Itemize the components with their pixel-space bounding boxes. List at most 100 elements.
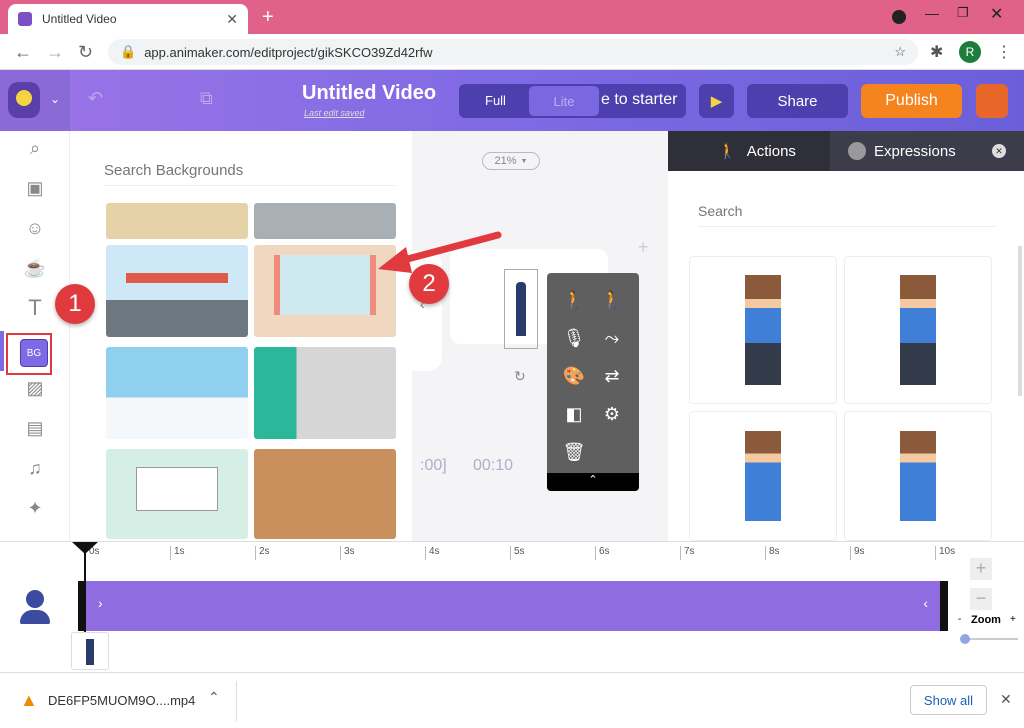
more-menu-icon[interactable]: ⋮ [996,42,1012,62]
characters-icon[interactable]: ☺ [22,215,48,241]
lock-icon: 🔒 [120,44,137,59]
microphone-icon[interactable]: 🎙 [561,325,587,351]
canvas-area: 21% ▼ + ‹ ↻ 🚶 🚶 🎙 ⤳ 🎨 ⇄ ◧ ⚙ 🗑 ⌃ :00] 00:1… [412,131,668,541]
timeline-tick: 5s [510,546,525,560]
search-icon[interactable]: ⌕ [22,135,48,161]
action-icon[interactable]: 🚶 [561,287,587,313]
download-filename[interactable]: DE6FP5MUOM9O....mp4 [48,693,195,708]
timeline-tick: 1s [170,546,185,560]
action-card[interactable] [844,411,992,541]
text-icon[interactable]: T [22,295,48,321]
tab-actions[interactable]: 🚶 Actions [684,131,830,171]
zoom-dropdown[interactable]: 21% ▼ [482,152,540,170]
zoom-in-button[interactable]: + [970,558,992,580]
background-thumbnail-presentation[interactable] [106,449,248,539]
extensions-icon[interactable]: ✱ [930,42,943,62]
music-icon[interactable]: ♫ [22,455,48,481]
chevron-up-icon[interactable]: ⌃ [208,689,220,706]
add-scene-icon[interactable]: + [638,237,649,258]
rotate-icon[interactable]: ↻ [514,368,526,385]
scrollbar[interactable] [1018,246,1022,396]
zoom-out-button[interactable]: − [970,588,992,610]
profile-menu-icon[interactable] [892,10,906,24]
action-card[interactable] [844,256,992,404]
background-thumbnail-office[interactable] [254,347,396,439]
trim-left-icon[interactable]: › [98,595,103,611]
animaker-logo-icon [8,82,40,118]
swap-icon[interactable]: ⇄ [599,363,625,389]
mode-switch[interactable]: Full Lite e to starter [459,84,686,118]
mode-lite[interactable]: Lite [529,86,599,116]
palette-icon[interactable]: 🎨 [561,363,587,389]
face-icon [848,142,866,160]
tab-actions-label: Actions [746,142,796,160]
user-avatar[interactable] [976,84,1008,118]
tool-rail: ⌕ ▣ ☺ ☕ T BG ▨ ▤ ♫ ✦ [0,131,70,541]
share-button[interactable]: Share [747,84,848,118]
timeline-tick: 3s [340,546,355,560]
duplicate-icon[interactable]: ⧉ [200,88,213,109]
properties-icon[interactable]: ☕ [22,255,48,281]
close-downloads-icon[interactable]: ✕ [1000,691,1012,708]
background-thumbnail-wood[interactable] [254,449,396,539]
publish-button[interactable]: Publish [861,84,962,118]
character-actions-panel: 🚶 Actions Expressions ✕ [668,131,1024,541]
time-end: 00:10 [473,457,514,474]
new-tab-icon[interactable]: + [262,6,274,29]
browser-tab[interactable]: Untitled Video ✕ [8,4,248,34]
close-tab-icon[interactable]: ✕ [226,11,238,28]
search-backgrounds-input[interactable] [104,156,396,186]
last-saved-status: Last edit saved [304,108,365,118]
switch-to-starter-label[interactable]: e to starter [601,91,677,109]
action-card[interactable] [689,256,837,404]
annotation-arrow [378,231,502,273]
zoom-slider[interactable] [960,634,1018,644]
close-panel-icon[interactable]: ✕ [992,144,1006,158]
play-icon: ▶ [710,93,723,110]
minimize-icon[interactable]: — [925,5,939,21]
background-thumbnail[interactable] [106,203,248,239]
close-window-icon[interactable]: ✕ [990,4,1003,24]
project-title[interactable]: Untitled Video [302,82,436,105]
bg-tool-button[interactable]: BG [20,339,48,367]
video-icon[interactable]: ▤ [22,415,48,441]
active-indicator [0,331,4,371]
url-input[interactable]: 🔒 app.animaker.com/editproject/gikSKCO39… [108,39,918,65]
effects-icon[interactable]: ✦ [22,495,48,521]
undo-icon[interactable]: ↶ [88,88,103,109]
settings-gear-icon[interactable]: ⚙ [599,401,625,427]
delete-trash-icon[interactable]: 🗑 [561,439,587,465]
animaker-favicon-icon [18,12,32,26]
app-header: ⌄ ↶ ⧉ Untitled Video Last edit saved Ful… [0,70,1024,131]
background-thumbnail-snow-house[interactable] [106,347,248,439]
profile-avatar[interactable]: R [959,41,981,63]
zoom-minus-label: - [958,614,962,625]
bookmark-star-icon[interactable]: ☆ [894,44,906,60]
mode-full[interactable]: Full [485,93,506,108]
timeline: 0s 1s 2s 3s 4s 5s 6s 7s 8s 9s 10s › ‹ + − - Zoom + [0,541,1024,671]
images-icon[interactable]: ▨ [22,375,48,401]
logo-menu[interactable]: ⌄ [0,70,70,131]
character-thumbnail[interactable] [71,632,109,670]
character-toolbar: 🚶 🚶 🎙 ⤳ 🎨 ⇄ ◧ ⚙ 🗑 ⌃ [547,273,639,491]
maximize-icon[interactable]: ❐ [957,5,969,21]
timeline-tick: 9s [850,546,865,560]
forward-icon[interactable]: → [46,42,64,63]
motion-path-icon[interactable]: ⤳ [599,325,625,351]
tab-expressions[interactable]: Expressions ✕ [830,131,1024,171]
character-track-bar[interactable]: › ‹ [78,581,948,631]
flip-icon[interactable]: ◧ [561,401,587,427]
background-thumbnail-bus-stop[interactable] [106,245,248,337]
browser-tab-bar: Untitled Video ✕ + — ❐ ✕ [0,0,1024,34]
trim-right-icon[interactable]: ‹ [923,595,928,611]
play-button[interactable]: ▶ [699,84,734,118]
reload-icon[interactable]: ↻ [78,42,93,63]
search-actions-input[interactable] [698,195,996,227]
chevron-down-icon: ⌄ [50,92,61,106]
templates-icon[interactable]: ▣ [22,175,48,201]
action-card[interactable] [689,411,837,541]
add-action-icon[interactable]: 🚶 [599,287,625,313]
show-all-button[interactable]: Show all [910,685,987,715]
back-icon[interactable]: ← [14,42,32,63]
collapse-toolbar-button[interactable]: ⌃ [547,473,639,491]
